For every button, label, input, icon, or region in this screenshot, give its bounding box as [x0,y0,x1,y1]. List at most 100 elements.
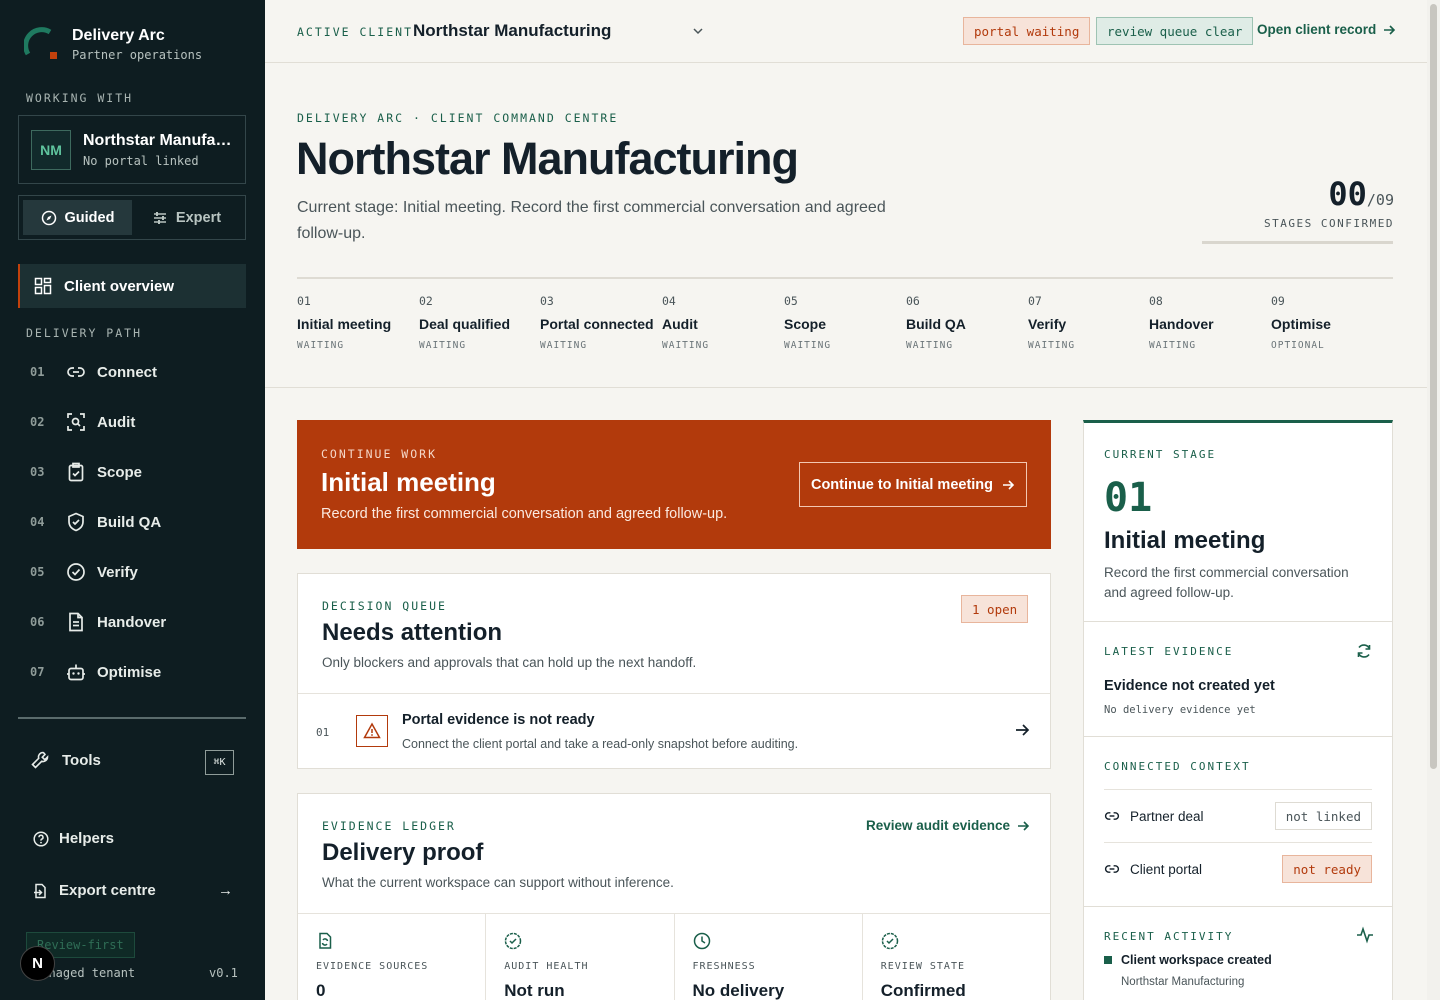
chevron-down-icon[interactable] [691,24,705,38]
stage-num: 01 [297,294,311,308]
working-with-label: WORKING WITH [26,91,134,105]
latest-evidence-eyebrow: LATEST EVIDENCE [1104,645,1234,658]
shield-icon [66,512,86,532]
stage-state: WAITING [662,340,710,351]
document-icon [66,612,86,632]
stage-name: Optimise [1271,316,1331,332]
clock-icon [693,932,710,950]
stage-name: Deal qualified [419,316,511,332]
nav-item-connect[interactable]: 01 Connect [30,357,157,387]
current-stage-eyebrow: CURRENT STAGE [1104,448,1217,461]
context-label: Partner deal [1130,808,1204,824]
nav-item-handover[interactable]: 06 Handover [30,607,166,637]
stage-name: Initial meeting [297,316,392,332]
mode-expert-button[interactable]: Expert [132,200,241,235]
bot-icon [66,662,86,682]
nav-item-scope[interactable]: 03 Scope [30,457,142,487]
stage-step[interactable]: 03 Portal connected WAITING [540,294,661,351]
nav-num: 04 [30,515,45,529]
activity-bullet [1104,956,1112,964]
helpers-label: Helpers [59,830,115,847]
sidebar: Delivery Arc Partner operations WORKING … [0,0,265,1000]
metric-cell: AUDIT HEALTH Not run [486,914,675,1000]
topbar: ACTIVE CLIENT Northstar Manufacturing po… [265,0,1427,63]
stage-num: 06 [906,294,920,308]
nav-item-label: Build QA [97,513,162,531]
latest-evidence-title: Evidence not created yet [1104,678,1275,694]
mode-guided-button[interactable]: Guided [23,200,132,235]
stages-confirmed-count: 00 [1328,175,1367,213]
stage-name: Verify [1028,316,1067,332]
stage-step[interactable]: 09 Optimise OPTIONAL [1271,294,1392,351]
stage-num: 04 [662,294,676,308]
stage-step[interactable]: 06 Build QA WAITING [906,294,1027,351]
review-audit-evidence-link[interactable]: Review audit evidence [866,818,1030,833]
export-centre-button[interactable]: Export centre → [33,882,233,899]
metric-value: Confirmed [880,981,966,1000]
clipboard-icon [66,462,86,482]
stage-step[interactable]: 07 Verify WAITING [1028,294,1149,351]
context-label: Client portal [1130,861,1203,877]
recent-activity-card: RECENT ACTIVITY Client workspace created… [1083,906,1393,1000]
decision-item[interactable]: 01 Portal evidence is not ready Connect … [298,693,1050,769]
current-stage-num: 01 [1104,475,1153,521]
nav-item-label: Connect [97,363,157,381]
open-client-record-label: Open client record [1257,22,1377,37]
context-status-chip: not linked [1274,802,1372,830]
arrow-right-icon [1018,820,1030,831]
check-circle-icon [66,562,86,582]
dq-title: Needs attention [322,619,503,646]
sliders-icon [153,211,166,224]
stage-step[interactable]: 01 Initial meeting WAITING [297,294,418,351]
nav-item-label: Optimise [97,663,162,681]
nav-item-optimise[interactable]: 07 Optimise [30,657,161,687]
ev-eyebrow: EVIDENCE LEDGER [322,819,456,833]
client-switcher[interactable]: NM Northstar Manufacturing No portal lin… [18,115,246,184]
stage-step[interactable]: 04 Audit WAITING [662,294,783,351]
tools-button[interactable]: Tools [30,750,101,770]
nav-item-audit[interactable]: 02 Audit [30,407,135,437]
latest-evidence-card: LATEST EVIDENCE Evidence not created yet… [1083,621,1393,737]
metric-value: 0 [316,981,326,1000]
continue-button-label: Continue to Initial meeting [810,476,994,493]
nav-num: 07 [30,665,45,679]
nav-num: 02 [30,415,45,429]
hero-eyebrow: DELIVERY ARC · CLIENT COMMAND CENTRE [297,111,619,125]
stage-step[interactable]: 02 Deal qualified WAITING [419,294,540,351]
open-count-badge: 1 open [961,595,1029,623]
current-stage-title: Initial meeting [1104,527,1266,554]
metric-label: REVIEW STATE [880,961,965,972]
context-row-client-portal[interactable]: Client portal not ready [1104,842,1372,895]
n-avatar-button[interactable]: N [20,946,55,981]
recent-activity-eyebrow: RECENT ACTIVITY [1104,930,1234,943]
dashboard-icon [34,277,52,295]
hero-description: Current stage: Initial meeting. Record t… [297,199,886,242]
review-audit-evidence-label: Review audit evidence [866,818,1011,833]
stages-total: /09 [1366,191,1394,209]
stages-progress-bar [1202,241,1393,244]
active-client-select[interactable]: Northstar Manufacturing [413,21,611,41]
ev-title: Delivery proof [322,839,484,866]
context-row-partner-deal[interactable]: Partner deal not linked [1104,789,1372,842]
hero: DELIVERY ARC · CLIENT COMMAND CENTRE Nor… [265,63,1427,388]
helpers-button[interactable]: Helpers [33,830,114,847]
stage-step[interactable]: 08 Handover WAITING [1149,294,1270,351]
open-client-record-link[interactable]: Open client record [1257,22,1396,37]
stage-num: 09 [1271,294,1285,308]
refresh-icon[interactable] [1356,643,1372,659]
stage-state: WAITING [297,340,345,351]
nav-item-build-qa[interactable]: 04 Build QA [30,507,161,537]
dq-eyebrow: DECISION QUEUE [322,599,447,613]
client-avatar: NM [31,129,71,170]
cta-eyebrow: CONTINUE WORK [321,447,438,461]
evidence-metrics: EVIDENCE SOURCES 0 AUDIT HEALTH Not run … [298,913,1050,1000]
delivery-path-label: DELIVERY PATH [26,326,143,340]
scrollbar-thumb[interactable] [1430,4,1437,769]
link-icon [66,362,86,382]
version-label: v0.1 [209,966,238,980]
nav-client-overview[interactable]: Client overview [18,264,246,308]
stage-step[interactable]: 05 Scope WAITING [784,294,905,351]
continue-button[interactable]: Continue to Initial meeting [799,462,1027,507]
brand[interactable]: Delivery Arc Partner operations [24,26,202,62]
nav-item-verify[interactable]: 05 Verify [30,557,138,587]
